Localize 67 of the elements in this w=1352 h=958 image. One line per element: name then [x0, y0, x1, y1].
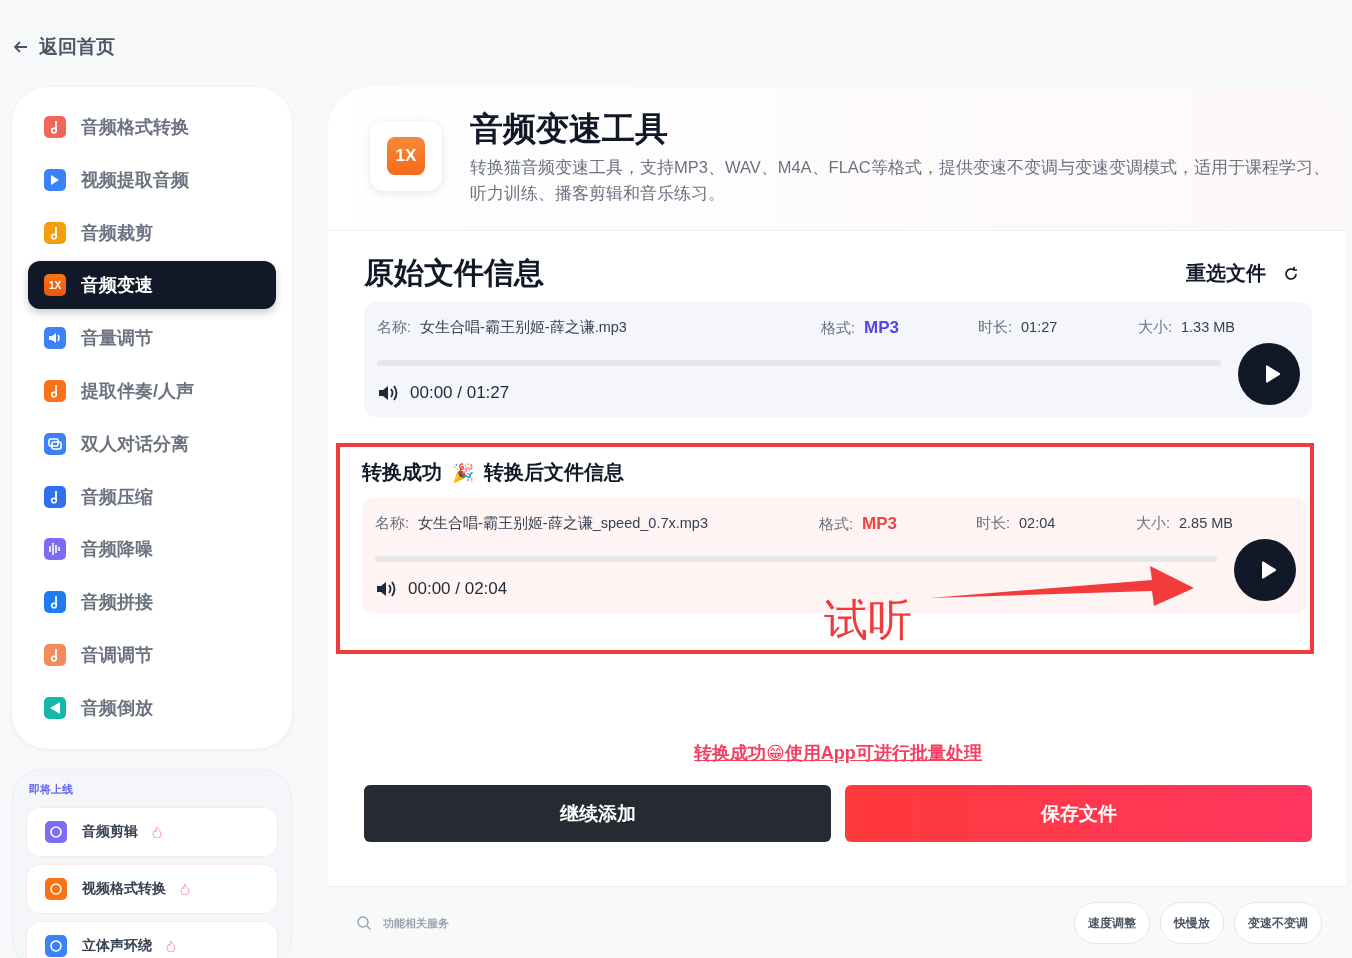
- sidebar-item[interactable]: 提取伴奏/人声: [28, 367, 276, 415]
- file-size: 1.33 MB: [1181, 319, 1236, 335]
- progress-track[interactable]: [375, 555, 1217, 562]
- file-format: MP3: [864, 318, 899, 338]
- speed-icon: 1X: [44, 274, 66, 297]
- sidebar-item[interactable]: 音频拼接: [28, 578, 276, 627]
- add-button[interactable]: 继续添加: [364, 785, 831, 842]
- section-title: 即将上线: [29, 781, 74, 797]
- field-label: 名称:: [375, 514, 410, 533]
- note-icon: [43, 484, 67, 509]
- field-label: 时长:: [976, 514, 1011, 533]
- save-button[interactable]: 保存文件: [845, 785, 1312, 842]
- back-link[interactable]: 返回首页: [12, 34, 115, 60]
- item-label: 立体声环绕: [82, 936, 152, 955]
- tool-title: 音频变速工具: [470, 109, 669, 149]
- sidebar-item[interactable]: 音量调节: [28, 314, 276, 363]
- file-name: 女生合唱-霸王别姬-薛之谦_speed_0.7x.mp3: [418, 514, 708, 533]
- field-label: 大小:: [1136, 514, 1171, 533]
- app-promo-link[interactable]: 转换成功😁使用App可进行批量处理: [694, 743, 982, 763]
- file-duration: 02:04: [1019, 515, 1056, 531]
- flame-icon: [152, 825, 162, 838]
- sidebar-item[interactable]: 视频提取音频: [28, 155, 276, 204]
- tool-description: 转换猫音频变速工具，支持MP3、WAV、M4A、FLAC等格式，提供变速不变调与变速变调模式，适用于课程学习、听力训练、播客剪辑和音乐练习。: [470, 157, 1331, 204]
- section-title: 原始文件信息: [364, 255, 544, 291]
- flame-icon: [180, 882, 190, 895]
- file-name: 女生合唱-霸王别姬-薛之谦.mp3: [420, 318, 627, 337]
- sidebar-item[interactable]: 双人对话分离: [28, 419, 276, 468]
- speed-icon: 1X: [387, 137, 425, 175]
- rewind-icon: [43, 695, 67, 720]
- waveform-icon: [43, 537, 67, 562]
- status-text: 转换成功: [362, 460, 442, 485]
- note-icon: [43, 220, 67, 245]
- field-label: 格式:: [821, 319, 856, 338]
- sidebar-item[interactable]: 音调调节: [28, 630, 276, 679]
- sidebar-item[interactable]: 1X 音频变速: [28, 261, 276, 310]
- playback-time: 00:00 / 02:04: [408, 578, 508, 599]
- file-format: MP3: [862, 514, 897, 534]
- field-label: 名称:: [377, 318, 412, 337]
- file-size: 2.85 MB: [1179, 515, 1234, 531]
- item-label: 视频格式转换: [82, 879, 166, 898]
- playback-time: 00:00 / 01:27: [410, 382, 510, 403]
- tag-chip[interactable]: 变速不变调: [1234, 902, 1322, 944]
- tag-chip[interactable]: 快慢放: [1160, 902, 1224, 944]
- field-label: 时长:: [978, 318, 1013, 337]
- field-label: 大小:: [1138, 318, 1173, 337]
- party-emoji: 🎉: [452, 461, 474, 484]
- coming-soon-item[interactable]: 音频剪辑: [26, 806, 278, 857]
- search-icon: [356, 915, 372, 931]
- field-label: 格式:: [819, 515, 854, 534]
- tag-chip[interactable]: 速度调整: [1074, 902, 1150, 944]
- search-field[interactable]: 功能相关服务: [381, 916, 505, 930]
- sidebar-item[interactable]: 音频裁剪: [28, 208, 276, 257]
- coming-soon-item[interactable]: 视频格式转换: [26, 863, 278, 914]
- coming-soon-item[interactable]: 立体声环绕: [26, 920, 278, 958]
- sidebar-item[interactable]: 音频倒放: [28, 683, 276, 732]
- item-label: 音频剪辑: [82, 822, 138, 841]
- refresh-icon: [1282, 264, 1300, 283]
- file-duration: 01:27: [1021, 319, 1058, 335]
- sidebar-item[interactable]: 音频压缩: [28, 472, 276, 521]
- reselect-button[interactable]: 重选文件: [1186, 260, 1312, 287]
- sidebar-item[interactable]: 音频格式转换: [28, 103, 276, 151]
- annotation-label: 试听: [824, 598, 912, 642]
- speaker-icon: [43, 326, 67, 351]
- chat-icon: [43, 431, 67, 456]
- sidebar-item[interactable]: 音频降噪: [28, 525, 276, 574]
- flame-icon: [166, 939, 176, 952]
- section-title: 转换后文件信息: [484, 460, 624, 485]
